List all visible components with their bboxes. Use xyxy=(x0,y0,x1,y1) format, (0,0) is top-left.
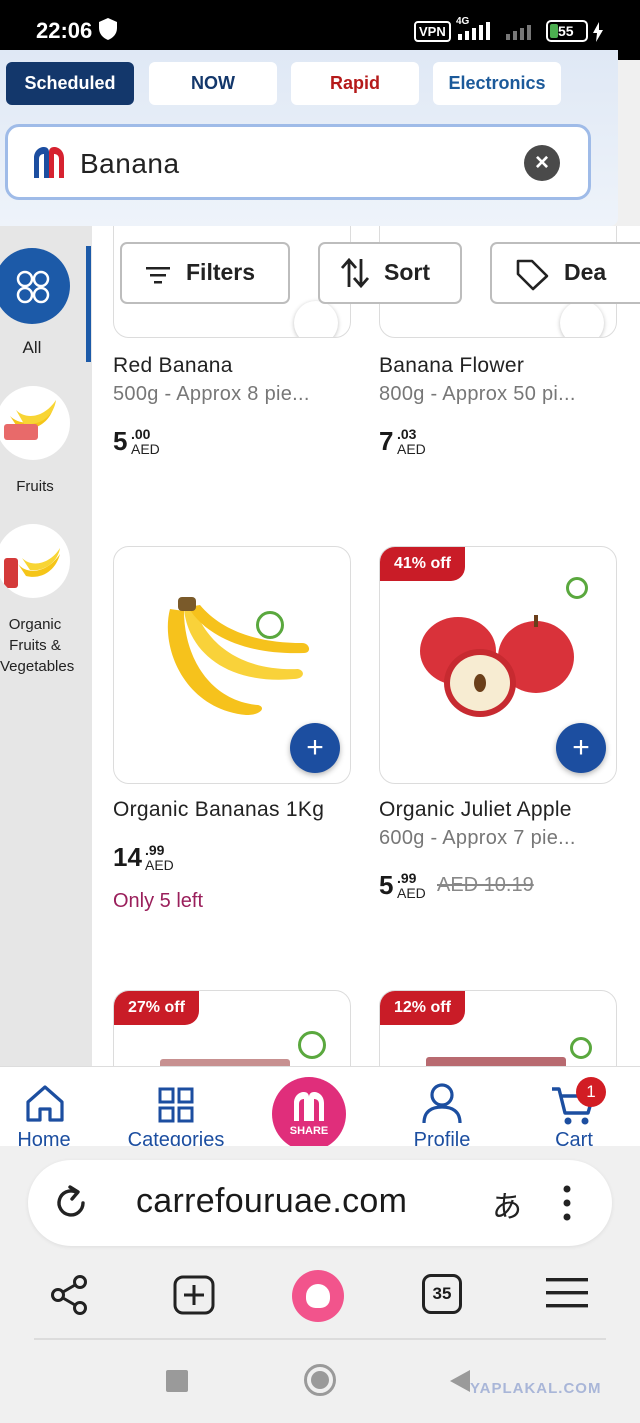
carrefour-logo-icon xyxy=(30,144,68,185)
product-name[interactable]: Red Banana xyxy=(113,354,233,378)
home-system-button[interactable] xyxy=(304,1364,336,1396)
nav-cart-label: Cart xyxy=(555,1129,593,1146)
tag-icon xyxy=(514,257,550,297)
filter-icon xyxy=(144,264,172,291)
product-list: Filters Sort Dea Red Banana 500g - Appro… xyxy=(92,226,640,1066)
filters-label: Filters xyxy=(186,259,256,285)
sort-button[interactable]: Sort xyxy=(318,242,462,304)
product-card-organic-bananas[interactable]: + xyxy=(113,546,351,784)
sort-label: Sort xyxy=(384,259,430,285)
apple-image xyxy=(420,615,574,717)
discount-badge: 27% off xyxy=(114,991,199,1025)
nav-profile-label: Profile xyxy=(413,1129,471,1146)
url-text[interactable]: carrefouruae.com xyxy=(136,1182,407,1221)
product-card[interactable]: 12% off xyxy=(379,990,617,1066)
nav-cart[interactable]: Cart xyxy=(514,1067,634,1146)
vpn-indicator: VPN xyxy=(414,21,451,42)
product-card-juliet-apple[interactable]: 41% off + xyxy=(379,546,617,784)
share-icon[interactable] xyxy=(48,1274,90,1316)
tab-now[interactable]: NOW xyxy=(149,62,277,105)
product-name[interactable]: Organic Bananas 1Kg xyxy=(113,798,324,822)
signal-2-icon xyxy=(506,22,540,47)
assistant-icon[interactable] xyxy=(292,1270,344,1322)
product-card[interactable]: 27% off xyxy=(113,990,351,1066)
carrefour-logo-icon xyxy=(294,1092,324,1121)
nav-home[interactable]: Home xyxy=(0,1067,104,1146)
add-to-cart-button[interactable]: + xyxy=(556,723,606,773)
sidebar-item-fruits-image[interactable] xyxy=(0,386,70,460)
tab-rapid[interactable]: Rapid xyxy=(291,62,419,105)
product-name[interactable]: Banana Flower xyxy=(379,354,524,378)
category-sidebar: All Fruits Organic Fruits & Vegetables xyxy=(0,226,92,1066)
share-button[interactable]: SHARE xyxy=(272,1077,346,1146)
discount-badge: 12% off xyxy=(380,991,465,1025)
translate-button[interactable]: あ xyxy=(492,1182,522,1226)
add-to-cart-button[interactable]: + xyxy=(290,723,340,773)
home-icon xyxy=(26,1085,64,1122)
header: Scheduled NOW Rapid Electronics Banana × xyxy=(0,50,618,226)
banana-image xyxy=(167,597,310,715)
filters-button[interactable]: Filters xyxy=(120,242,290,304)
tabs-count-button[interactable]: 35 xyxy=(422,1274,462,1314)
tab-scheduled[interactable]: Scheduled xyxy=(6,62,134,105)
sort-icon xyxy=(340,257,370,295)
nav-categories-label: Categories xyxy=(127,1129,225,1146)
clear-search-icon[interactable]: × xyxy=(524,145,560,181)
more-menu-icon[interactable] xyxy=(562,1184,572,1222)
battery-icon: 55 xyxy=(546,20,588,42)
sidebar-item-organic[interactable]: Organic Fruits & Vegetables xyxy=(0,614,74,677)
bottom-nav: Home Categories SHARE Profile Cart 1 xyxy=(0,1066,640,1146)
deals-label: Dea xyxy=(564,259,607,285)
share-label: SHARE xyxy=(289,1125,329,1137)
category-all-button[interactable] xyxy=(0,248,70,324)
cart-count-badge: 1 xyxy=(576,1077,606,1107)
grid-icon xyxy=(16,270,50,304)
active-category-indicator xyxy=(86,246,91,362)
nav-categories[interactable]: Categories xyxy=(116,1067,236,1146)
watermark: YAPLAKAL.COM xyxy=(470,1380,602,1397)
product-desc: 800g - Approx 50 pi... xyxy=(379,383,576,405)
discount-badge: 41% off xyxy=(380,547,465,581)
tab-electronics[interactable]: Electronics xyxy=(433,62,561,105)
sidebar-item-all[interactable]: All xyxy=(0,338,64,358)
original-price: AED 10.19 xyxy=(437,874,534,896)
profile-icon xyxy=(422,1083,462,1124)
back-icon[interactable] xyxy=(448,1368,472,1394)
reload-icon[interactable] xyxy=(52,1184,90,1222)
nav-profile[interactable]: Profile xyxy=(382,1067,502,1146)
product-name[interactable]: Organic Juliet Apple xyxy=(379,798,572,822)
product-desc: 600g - Approx 7 pie... xyxy=(379,827,576,849)
battery-level: 55 xyxy=(558,23,574,39)
organic-seal-icon xyxy=(570,1037,592,1059)
charging-icon xyxy=(592,22,604,47)
product-desc: 500g - Approx 8 pie... xyxy=(113,383,310,405)
new-tab-icon[interactable] xyxy=(172,1274,216,1316)
status-time: 22:06 xyxy=(36,18,93,43)
hamburger-menu-icon[interactable] xyxy=(544,1274,590,1312)
browser-chrome: carrefouruae.com あ 35 xyxy=(0,1146,640,1346)
organic-seal-icon xyxy=(298,1031,326,1059)
organic-seal-icon xyxy=(566,577,588,599)
sidebar-item-fruits[interactable]: Fruits xyxy=(0,476,70,497)
recents-button[interactable] xyxy=(166,1370,188,1392)
search-query: Banana xyxy=(80,148,180,179)
categories-icon xyxy=(158,1087,194,1123)
sidebar-item-organic-image[interactable] xyxy=(0,524,70,598)
deals-button[interactable]: Dea xyxy=(490,242,640,304)
signal-icon xyxy=(458,22,502,47)
search-input[interactable]: Banana × xyxy=(5,124,591,200)
stock-warning: Only 5 left xyxy=(113,890,204,912)
organic-seal-icon xyxy=(256,611,284,639)
shield-icon xyxy=(98,17,118,46)
address-bar[interactable]: carrefouruae.com あ xyxy=(28,1160,612,1246)
nav-home-label: Home xyxy=(17,1129,71,1146)
